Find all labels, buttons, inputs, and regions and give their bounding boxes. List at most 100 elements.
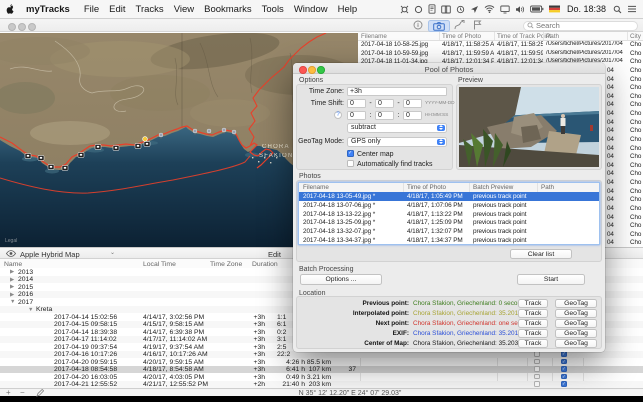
geotag-mode-select[interactable]: GPS only <box>347 137 447 147</box>
menu-clock[interactable]: Do. 18:38 <box>567 4 606 14</box>
add-track-button[interactable]: + <box>6 388 11 397</box>
track-row[interactable]: 2017-04-18 08:54:584/18/17, 8:54:58 AM+3… <box>0 366 643 374</box>
shift-second-input[interactable] <box>403 111 422 121</box>
shift-mode-select[interactable]: subtract <box>347 123 447 133</box>
track-checkbox-1[interactable] <box>534 381 540 387</box>
disclosure-triangle[interactable]: ▶ <box>10 277 14 283</box>
location-track-button[interactable]: Track <box>518 299 548 308</box>
menu-edit[interactable]: Edit <box>104 4 130 15</box>
track-checkbox-2[interactable]: ✓ <box>561 351 567 357</box>
location-geotag-button[interactable]: GeoTag <box>555 299 597 308</box>
track-col-header[interactable]: Name <box>4 261 22 268</box>
location-track-button[interactable]: Track <box>518 329 548 338</box>
track-col-header[interactable]: Time Zone <box>210 261 242 268</box>
edit-pencil-icon[interactable] <box>36 389 44 399</box>
track-row[interactable]: 2017-04-21 12:55:524/21/17, 12:55:52 PM+… <box>0 381 643 389</box>
menu-tracks[interactable]: Tracks <box>131 4 169 15</box>
windows-icon[interactable] <box>441 5 451 14</box>
pool-of-photos-camera-button[interactable] <box>428 20 450 32</box>
map-legal-link[interactable]: Legal <box>5 238 17 244</box>
flag-toolbar-button[interactable] <box>469 20 485 30</box>
shift-hour-input[interactable] <box>347 111 366 121</box>
search-input[interactable] <box>536 21 631 30</box>
shift-month-input[interactable] <box>375 99 394 109</box>
display-icon[interactable] <box>500 5 510 14</box>
disclosure-triangle[interactable]: ▶ <box>10 269 14 275</box>
photo-row[interactable]: 2017-04-18 10-59-59.jpg4/18/17, 11:59:59… <box>358 49 643 58</box>
menubar-status-icon-2[interactable] <box>414 5 423 14</box>
edit-bookmarks-button[interactable]: Edit <box>268 250 281 259</box>
batch-options-button[interactable]: Options ... <box>300 274 382 285</box>
photo-col-header[interactable]: Path <box>546 33 559 40</box>
track-checkbox-2[interactable]: ✓ <box>561 381 567 387</box>
minimize-window-button[interactable] <box>18 23 26 31</box>
disclosure-triangle[interactable]: ▼ <box>10 299 15 305</box>
menubar-status-icon-1[interactable] <box>400 5 409 14</box>
dialog-photo-row[interactable]: 2017-04-18 13-13-22.jpg *4/18/17, 1:13:2… <box>299 210 599 219</box>
photo-row[interactable]: 2017-04-18 10-58-25.jpg4/18/17, 11:58:25… <box>358 40 643 49</box>
track-checkbox-2[interactable]: ✓ <box>561 374 567 380</box>
route-toolbar-button[interactable] <box>451 20 467 30</box>
location-arrow-icon[interactable] <box>470 5 479 14</box>
menu-view[interactable]: View <box>169 4 199 15</box>
photo-preview[interactable] <box>459 87 599 167</box>
volume-icon[interactable] <box>515 5 525 14</box>
center-map-checkbox[interactable]: ✓ <box>347 150 354 157</box>
location-track-button[interactable]: Track <box>518 309 548 318</box>
menu-window[interactable]: Window <box>289 4 333 15</box>
track-checkbox-2[interactable]: ✓ <box>561 366 567 372</box>
track-checkbox-1[interactable] <box>534 351 540 357</box>
document-icon[interactable] <box>428 4 436 14</box>
notification-center-icon[interactable] <box>627 5 637 13</box>
location-geotag-button[interactable]: GeoTag <box>555 339 597 348</box>
shift-day-input[interactable] <box>403 99 422 109</box>
zoom-window-button[interactable] <box>28 23 36 31</box>
menu-file[interactable]: File <box>79 4 104 15</box>
dialog-photo-col-header[interactable]: Filename <box>303 184 329 191</box>
track-col-header[interactable]: Duration <box>252 261 278 268</box>
location-track-button[interactable]: Track <box>518 339 548 348</box>
remove-track-button[interactable]: − <box>20 388 25 397</box>
time-zone-input[interactable] <box>347 87 447 97</box>
track-checkbox-1[interactable] <box>534 366 540 372</box>
dialog-photo-col-header[interactable]: Path <box>541 184 554 191</box>
photo-col-header[interactable]: City <box>630 33 641 40</box>
menu-help[interactable]: Help <box>333 4 363 15</box>
track-checkbox-1[interactable] <box>534 374 540 380</box>
photo-col-header[interactable]: Time of Photo <box>442 33 481 40</box>
track-row[interactable]: 2017-04-20 16:03:054/20/17, 4:03:05 PM+3… <box>0 373 643 381</box>
apple-menu-icon[interactable] <box>6 4 15 15</box>
location-track-button[interactable]: Track <box>518 319 548 328</box>
shift-minute-input[interactable] <box>375 111 394 121</box>
dialog-photo-col-header[interactable]: Batch Preview <box>473 184 513 191</box>
app-menu-title[interactable]: myTracks <box>21 4 75 15</box>
help-button[interactable]: ? <box>334 111 342 119</box>
close-window-button[interactable] <box>8 23 16 31</box>
info-toolbar-button[interactable] <box>410 20 426 30</box>
auto-find-tracks-checkbox[interactable] <box>347 160 354 167</box>
eye-icon[interactable] <box>6 250 16 259</box>
wifi-icon[interactable] <box>484 5 495 13</box>
track-row[interactable]: 2017-04-20 09:59:154/20/17, 9:59:15 AM+3… <box>0 358 643 366</box>
start-button[interactable]: Start <box>517 274 585 285</box>
spotlight-search-icon[interactable] <box>613 5 622 14</box>
disclosure-triangle[interactable]: ▶ <box>10 284 14 290</box>
disclosure-triangle[interactable]: ▼ <box>28 307 33 313</box>
clear-list-button[interactable]: Clear list <box>510 249 572 260</box>
dialog-photo-row[interactable]: 2017-04-18 13-25-09.jpg *4/18/17, 1:25:0… <box>299 218 599 227</box>
menu-tools[interactable]: Tools <box>257 4 289 15</box>
track-col-header[interactable]: Local Time <box>143 261 176 268</box>
dialog-photo-row[interactable]: 2017-04-18 13-05-49.jpg *4/18/17, 1:05:4… <box>299 192 599 201</box>
dialog-photo-col-header[interactable]: Time of Photo <box>407 184 446 191</box>
shift-year-input[interactable] <box>347 99 366 109</box>
map-layer-select[interactable]: Apple Hybrid Map <box>20 250 80 259</box>
dialog-photo-row[interactable]: 2017-04-18 13-34-37.jpg *4/18/17, 1:34:3… <box>299 236 599 245</box>
battery-icon[interactable] <box>530 5 544 13</box>
toolbar-search-field[interactable] <box>523 21 638 31</box>
dialog-photo-row[interactable]: 2017-04-18 13-07-06.jpg *4/18/17, 1:07:0… <box>299 201 599 210</box>
track-checkbox-1[interactable] <box>534 359 540 365</box>
disclosure-triangle[interactable]: ▶ <box>10 292 14 298</box>
location-geotag-button[interactable]: GeoTag <box>555 309 597 318</box>
menu-bookmarks[interactable]: Bookmarks <box>199 4 257 15</box>
dialog-photo-row[interactable]: 2017-04-18 13-32-07.jpg *4/18/17, 1:32:0… <box>299 227 599 236</box>
